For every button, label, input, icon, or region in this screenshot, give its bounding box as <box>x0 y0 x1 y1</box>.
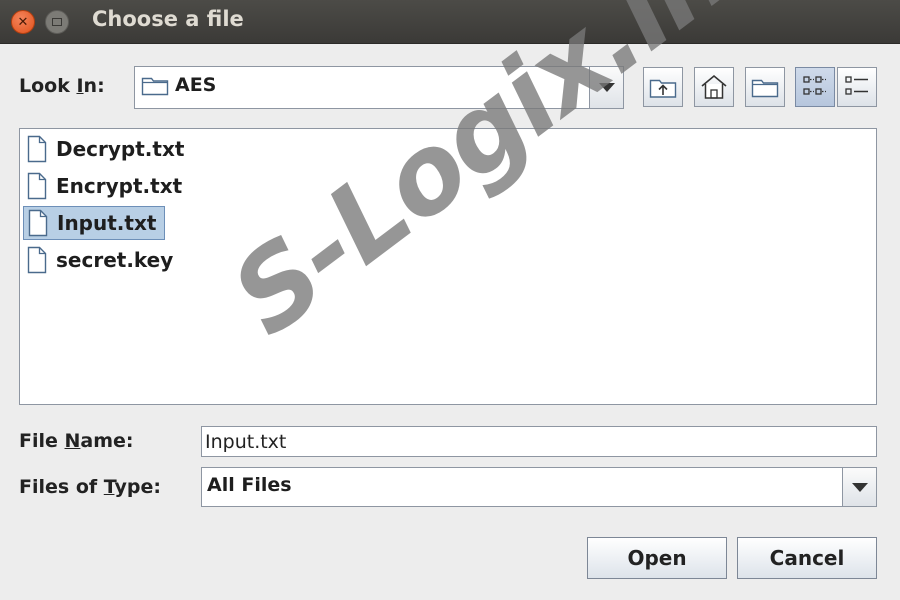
file-name-label: File Name: <box>19 430 134 452</box>
up-one-level-button[interactable] <box>643 67 683 107</box>
file-name-field[interactable] <box>201 426 877 457</box>
file-type-label: Files of Type: <box>19 476 161 498</box>
chevron-down-icon <box>598 83 615 92</box>
file-icon <box>28 209 48 237</box>
look-in-combo[interactable]: AES <box>134 66 624 109</box>
file-icon <box>27 246 47 274</box>
up-folder-icon <box>649 79 677 98</box>
file-item[interactable]: Decrypt.txt <box>23 132 192 166</box>
close-window-button[interactable]: ✕ <box>11 10 35 34</box>
list-view-icon <box>803 76 826 95</box>
file-name: secret.key <box>56 248 174 272</box>
chevron-down-icon <box>851 482 868 492</box>
file-item[interactable]: secret.key <box>23 243 181 277</box>
file-name-input[interactable] <box>202 427 876 456</box>
window-title: Choose a file <box>92 7 244 31</box>
file-list[interactable]: Decrypt.txt Encrypt.txt Input.txt secret… <box>19 128 877 405</box>
file-item[interactable]: Input.txt <box>23 206 166 240</box>
look-in-value: AES <box>175 74 217 96</box>
home-button[interactable] <box>694 67 734 107</box>
file-type-combo[interactable]: All Files <box>201 467 877 507</box>
file-type-dropdown-button[interactable] <box>842 468 876 506</box>
file-icon <box>27 172 47 200</box>
look-in-label: Look In: <box>19 75 105 97</box>
file-name: Encrypt.txt <box>56 174 183 198</box>
list-view-button[interactable] <box>795 67 835 107</box>
new-folder-button[interactable] <box>745 67 785 107</box>
minimize-window-button[interactable] <box>45 10 69 34</box>
cancel-button[interactable]: Cancel <box>737 537 877 579</box>
open-button[interactable]: Open <box>587 537 727 579</box>
details-view-icon <box>845 76 868 95</box>
folder-icon <box>141 77 169 96</box>
maximize-icon <box>52 18 62 26</box>
file-name: Input.txt <box>57 211 157 235</box>
file-icon <box>27 135 47 163</box>
title-bar: ✕ Choose a file <box>0 0 900 44</box>
new-folder-icon <box>751 79 779 98</box>
look-in-dropdown-button[interactable] <box>589 67 623 108</box>
file-item[interactable]: Encrypt.txt <box>23 169 190 203</box>
close-icon: ✕ <box>17 14 29 30</box>
file-name: Decrypt.txt <box>56 137 185 161</box>
details-view-button[interactable] <box>837 67 877 107</box>
home-icon <box>701 74 727 99</box>
file-type-value: All Files <box>207 474 292 496</box>
